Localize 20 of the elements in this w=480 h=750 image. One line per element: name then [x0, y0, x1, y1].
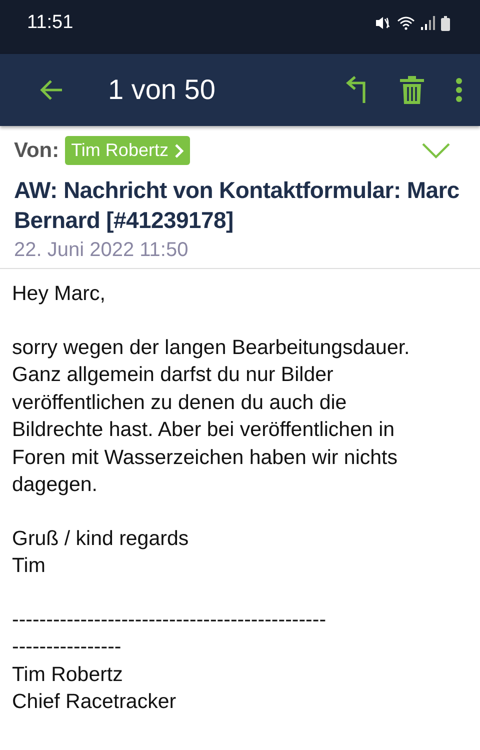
body-paragraph: sorry wegen der langen Bearbeitungsdauer. Ganz allgemein darfst du nur Bilder veröffentlichen zu denen du auch die Bildrechte hast. Aber bei veröffentlichen in Foren mit Wasserzeichen haben wir nichts dagegen.	[12, 334, 411, 498]
sender-chip[interactable]: Tim Robertz	[65, 136, 190, 165]
body-paragraph: Gruß / kind regards Tim	[12, 526, 190, 579]
status-time: 11:51	[27, 12, 74, 34]
body-paragraph: Hey Marc,	[12, 281, 106, 307]
from-label: Von:	[14, 138, 60, 162]
chevron-right-icon	[174, 142, 184, 158]
back-arrow-icon	[40, 79, 64, 101]
email-subject: AW: Nachricht von Kontaktformular: Marc Bernard [#41239178]	[14, 176, 460, 235]
wifi-icon	[397, 16, 415, 30]
chevron-down-icon	[422, 142, 450, 158]
message-counter: 1 von 50	[108, 74, 216, 106]
battery-icon	[441, 16, 450, 30]
email-date: 22. Juni 2022 11:50	[14, 239, 190, 262]
trash-icon	[400, 76, 424, 104]
more-icon	[456, 78, 462, 102]
body-paragraph: ---------------------------------------------- ---------------- Tim Robertz Chief Racetracker	[12, 606, 328, 715]
signal-icon	[421, 16, 435, 30]
mute-icon	[375, 15, 391, 31]
reply-arrow-icon	[346, 76, 368, 104]
